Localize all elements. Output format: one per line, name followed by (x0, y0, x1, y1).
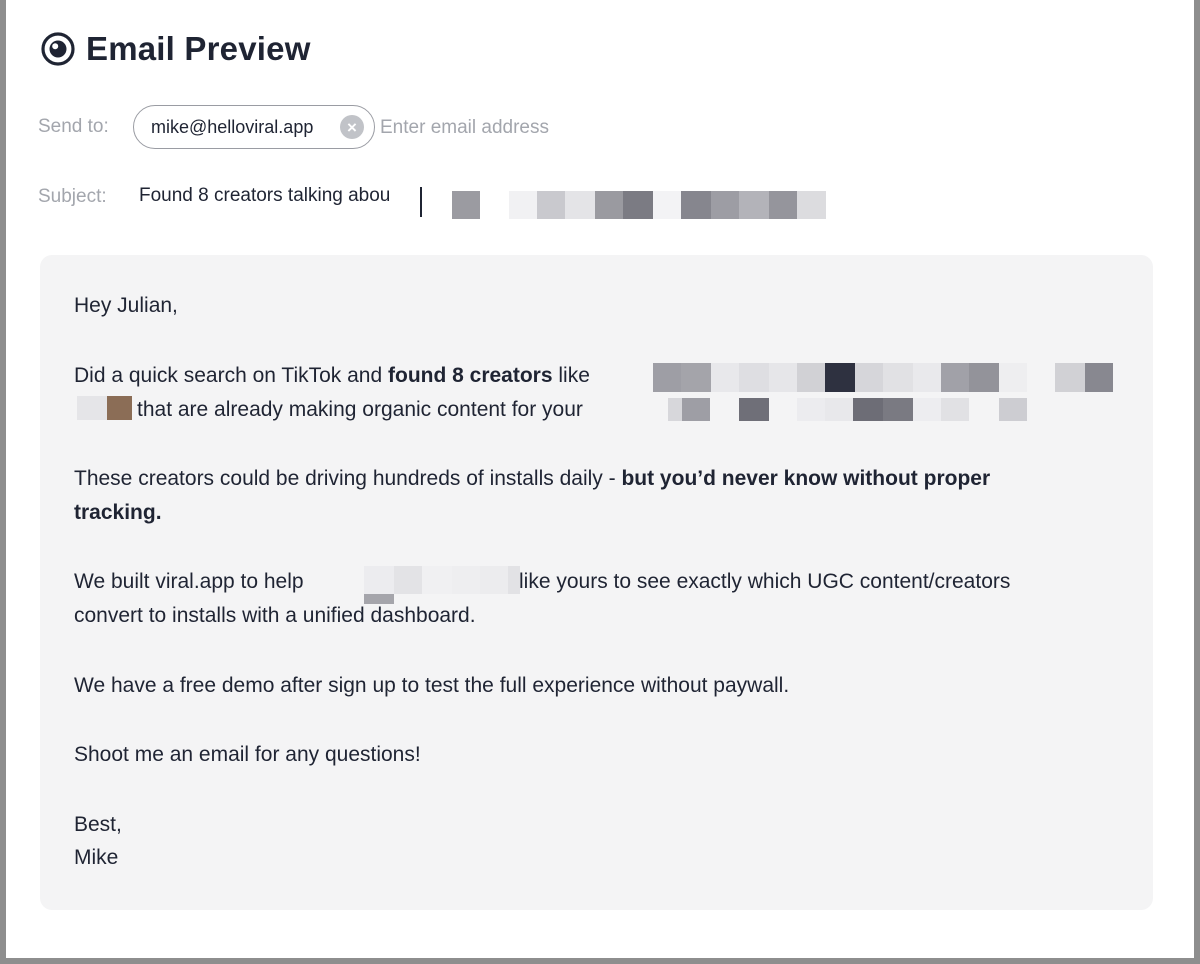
page-title: Email Preview (86, 30, 311, 67)
subject-label: Subject: (38, 186, 107, 207)
signoff: Best, (74, 813, 122, 836)
header: Email Preview (40, 30, 311, 68)
text-caret (420, 187, 422, 217)
paragraph-2-line-1: These creators could be driving hundreds… (74, 464, 990, 494)
email-address-input[interactable] (380, 114, 780, 142)
text: We built viral.app to help (74, 570, 304, 593)
paragraph-3-line-1: We built viral.app to help (74, 567, 304, 597)
signature: Mike (74, 846, 119, 869)
recipient-email: mike@helloviral.app (151, 116, 314, 137)
paragraph-4: We have a free demo after sign up to tes… (74, 674, 790, 697)
remove-recipient-icon[interactable]: × (340, 115, 364, 139)
send-to-label: Send to: (38, 116, 109, 137)
paragraph-2-line-2: tracking. (74, 501, 162, 524)
paragraph-3-line-2: convert to installs with a unified dashb… (74, 604, 476, 627)
paragraph-1-line-1: Did a quick search on TikTok and found 8… (74, 361, 590, 391)
paragraph-3-line-1b: like yours to see exactly which UGC cont… (519, 570, 1011, 593)
paragraph-5: Shoot me an email for any questions! (74, 743, 421, 766)
bold-text: but you’d never know without proper (621, 467, 991, 490)
text: Did a quick search on TikTok and (74, 364, 388, 387)
bold-text: found 8 creators (388, 364, 553, 387)
recipient-chip[interactable]: mike@helloviral.app × (133, 105, 375, 149)
greeting: Hey Julian, (74, 294, 178, 317)
eye-icon (40, 31, 76, 67)
email-preview-panel: Email Preview Send to: mike@helloviral.a… (0, 0, 1200, 964)
text: These creators could be driving hundreds… (74, 467, 622, 490)
text: like (552, 364, 590, 387)
paragraph-1-line-2: that are already making organic content … (137, 398, 583, 421)
subject-input[interactable]: Found 8 creators talking abou (139, 185, 421, 207)
